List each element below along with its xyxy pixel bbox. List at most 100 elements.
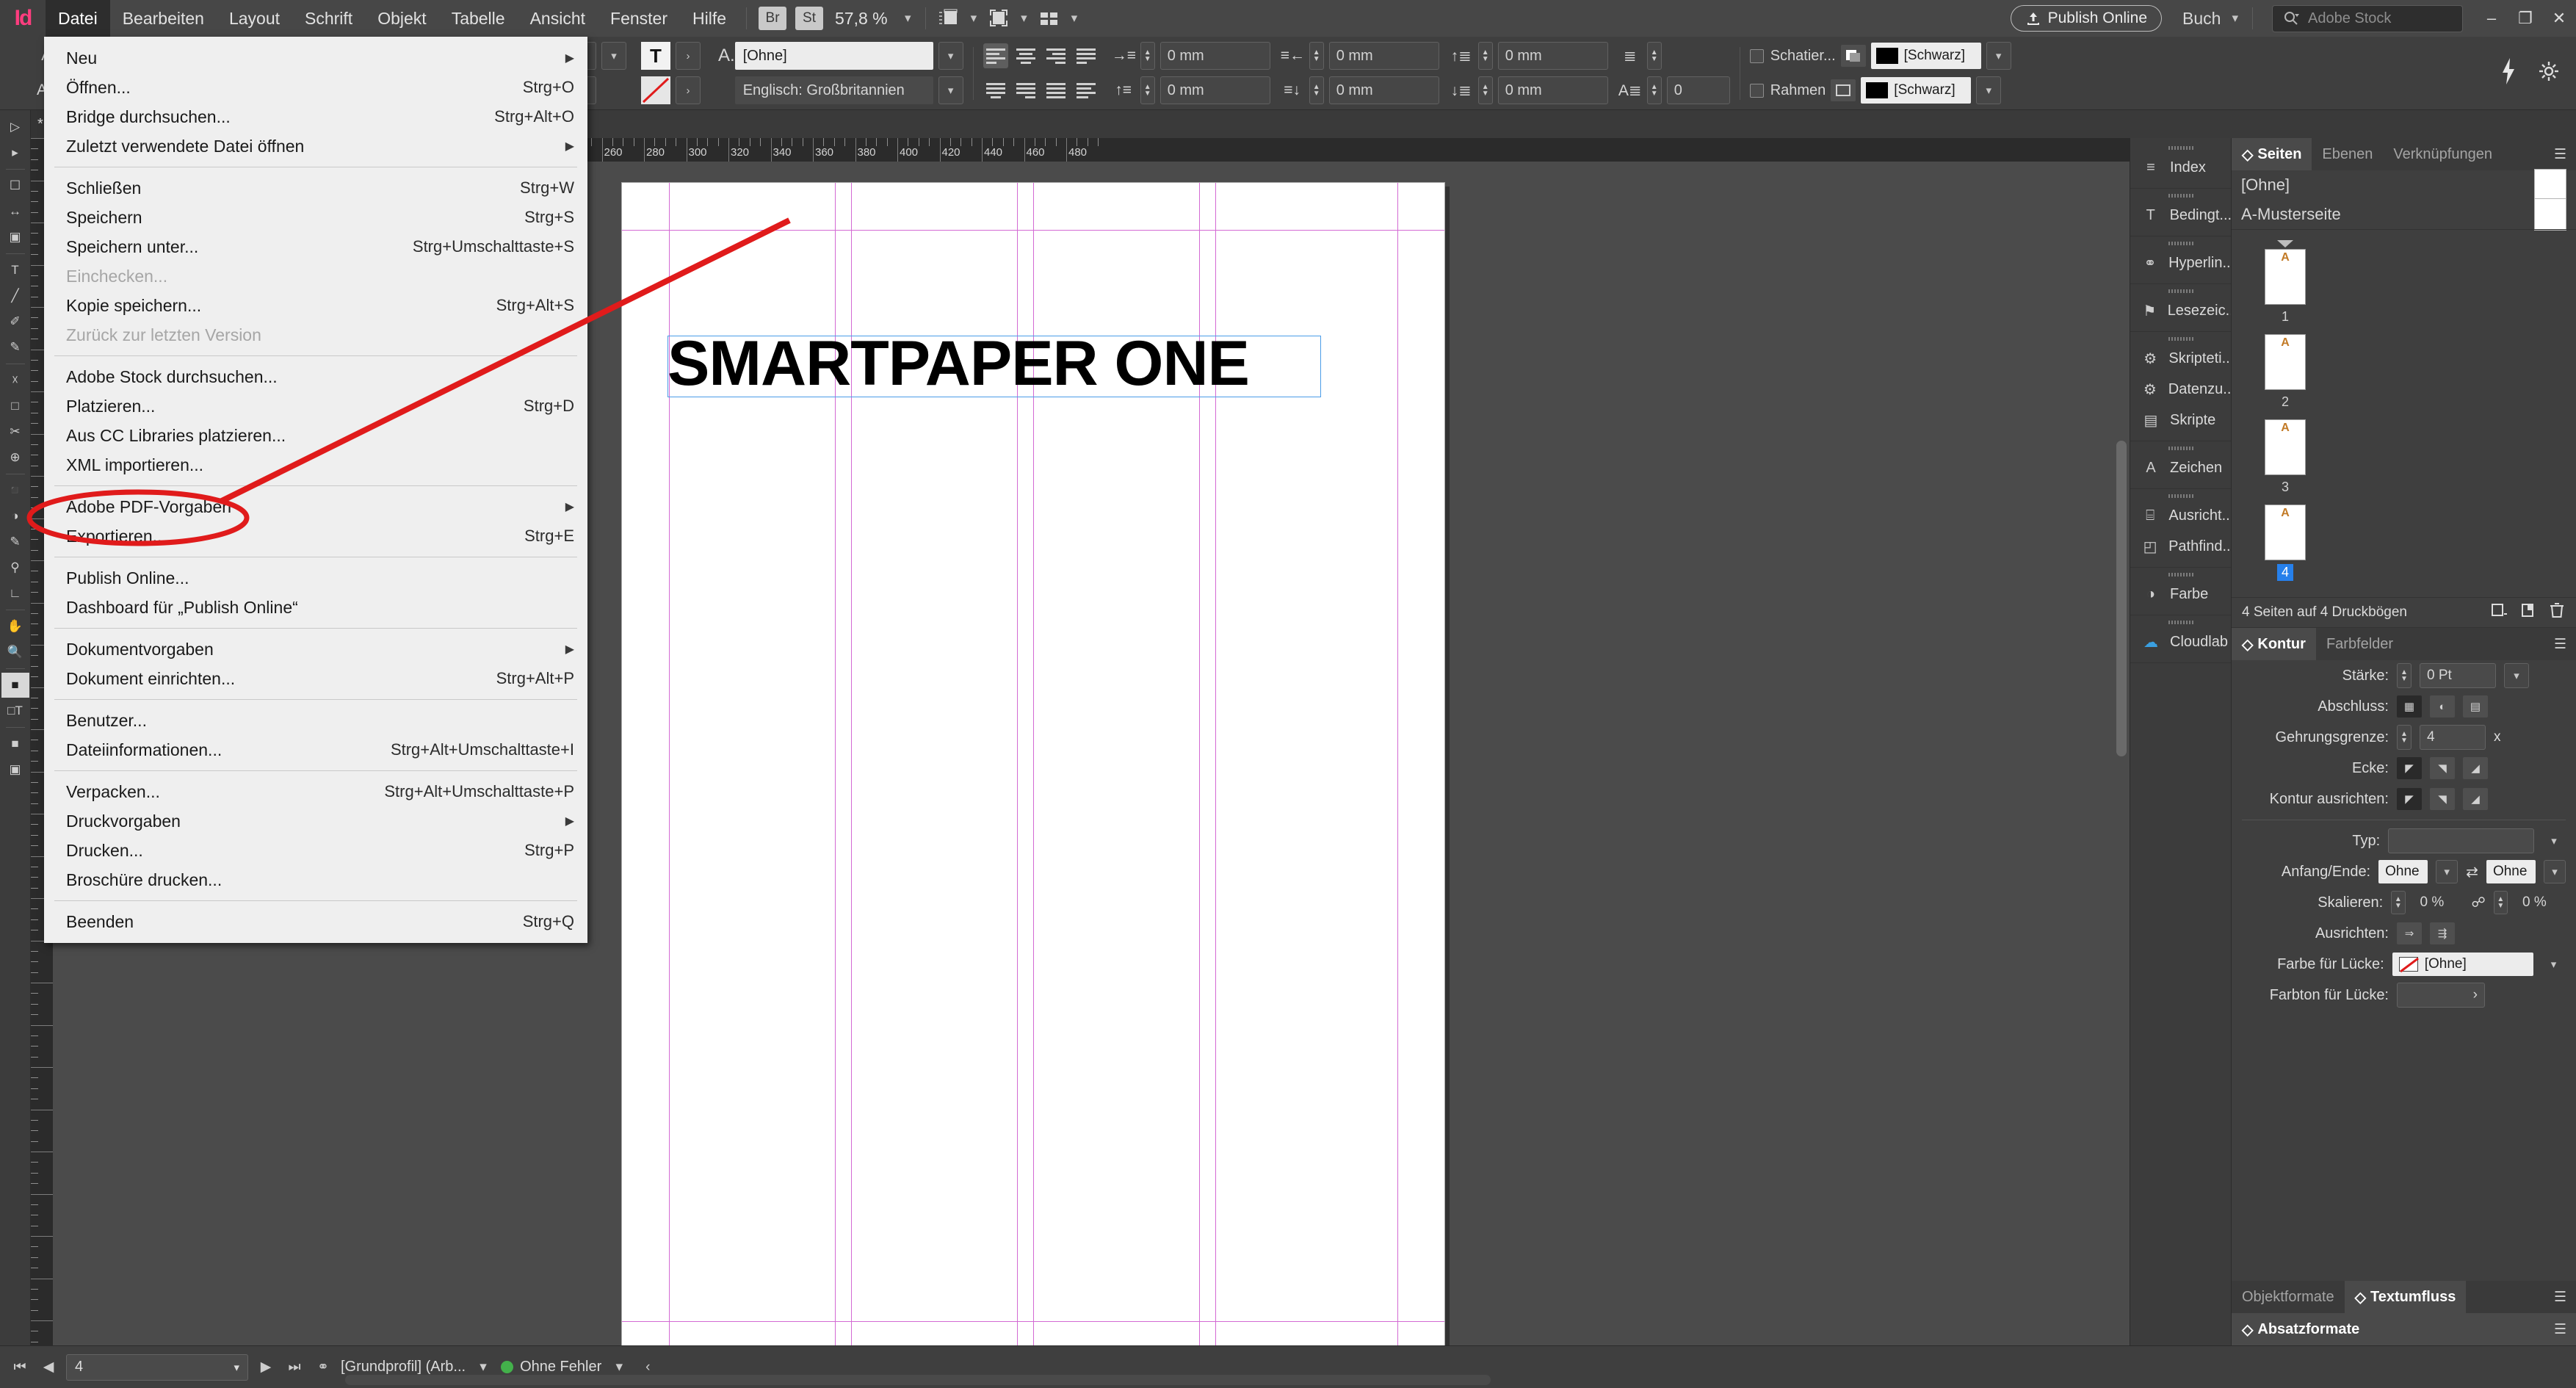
zoom-level-value[interactable]: 57,8 % <box>828 9 898 29</box>
page-number-label[interactable]: 1 <box>2277 308 2293 325</box>
menu-item-benutzer[interactable]: Benutzer... <box>44 706 587 735</box>
rail-item-bookmark[interactable]: ⚑ Lesezeic... <box>2130 295 2231 326</box>
indent-left-stepper[interactable]: ▲ ▼ <box>1140 42 1155 70</box>
document-page[interactable]: SMARTPAPER ONE <box>621 182 1445 1345</box>
menu-datei[interactable]: Datei <box>46 0 110 37</box>
rail-grip-handle[interactable] <box>2130 619 2231 625</box>
gap-tool[interactable]: ↔ <box>1 199 29 224</box>
rail-grip-handle[interactable] <box>2130 288 2231 294</box>
miter-limit-field[interactable]: 4 <box>2420 725 2486 750</box>
menu-item-bridge-durchsuchen[interactable]: Bridge durchsuchen... Strg+Alt+O <box>44 102 587 131</box>
eyedropper-tool[interactable]: ⚲ <box>1 555 29 580</box>
page-thumbnail[interactable]: A <box>2265 505 2306 560</box>
shadow-swatch-button[interactable] <box>1840 45 1866 67</box>
indent-right-field[interactable]: 0 mm <box>1328 42 1439 70</box>
menu-item-exportieren[interactable]: Exportieren... Strg+E <box>44 521 587 551</box>
rail-grip-handle[interactable] <box>2130 571 2231 577</box>
drop-cap-chars-stepper[interactable]: ▲ ▼ <box>1646 76 1662 104</box>
vertical-scrollbar[interactable] <box>2116 441 2127 756</box>
rail-item-conditional-text[interactable]: T Bedingt... <box>2130 200 2231 231</box>
space-before-field[interactable]: 0 mm <box>1497 42 1608 70</box>
no-fill-icon[interactable] <box>641 76 670 104</box>
bevel-join-button[interactable]: ◢ <box>2463 757 2488 779</box>
gradient-swatch-tool[interactable]: ◾ <box>1 478 29 503</box>
link-scale-icon[interactable]: ☍ <box>2471 894 2485 911</box>
shadow-checkbox-row[interactable]: Schatier... <box>1749 48 1836 65</box>
pages-panel-menu-icon[interactable]: ☰ <box>2544 138 2576 170</box>
stroke-weight-stepper[interactable]: ▲ ▼ <box>2397 663 2412 688</box>
menu-item-platzieren[interactable]: Platzieren... Strg+D <box>44 391 587 421</box>
menu-item-neu[interactable]: Neu ▶ <box>44 43 587 73</box>
start-arrow-field[interactable]: Ohne <box>2378 860 2428 883</box>
justify-left-button[interactable] <box>1074 43 1099 68</box>
projecting-cap-button[interactable]: ▤ <box>2463 695 2488 718</box>
tab-verknuepfungen[interactable]: Verknüpfungen <box>2383 138 2503 170</box>
line-tool[interactable]: ╱ <box>1 283 29 308</box>
stroke-type-field[interactable] <box>2388 828 2534 853</box>
menu-item-kopie-speichern[interactable]: Kopie speichern... Strg+Alt+S <box>44 291 587 320</box>
stock-button[interactable]: St <box>795 7 824 30</box>
menu-bearbeiten[interactable]: Bearbeiten <box>110 0 217 37</box>
bridge-button[interactable]: Br <box>759 7 787 30</box>
menu-objekt[interactable]: Objekt <box>365 0 438 37</box>
frame-color-dropdown[interactable]: ▾ <box>1976 76 2002 104</box>
indent-right-stepper[interactable]: ▲ ▼ <box>1309 42 1324 70</box>
rail-grip-handle[interactable] <box>2130 192 2231 198</box>
gap-color-field[interactable]: [Ohne] <box>2392 953 2534 976</box>
formatting-container-toggle[interactable]: □T <box>1 698 29 723</box>
shadow-checkbox[interactable] <box>1749 48 1764 63</box>
align-stroke-outside-button[interactable]: ◢ <box>2463 788 2488 810</box>
view-frame-chevron-down-icon[interactable]: ▾ <box>1014 11 1034 26</box>
end-scale-stepper[interactable]: ▲ ▼ <box>2493 891 2508 914</box>
menu-tabelle[interactable]: Tabelle <box>439 0 518 37</box>
tab-objektformate[interactable]: Objektformate <box>2232 1281 2345 1313</box>
page-thumbnail[interactable]: A <box>2265 419 2306 475</box>
align-towards-spine-button[interactable] <box>1074 78 1099 103</box>
gradient-feather-tool[interactable]: ◑ <box>1 504 29 529</box>
menu-item-dateiinformationen[interactable]: Dateiinformationen... Strg+Alt+Umschaltta… <box>44 735 587 765</box>
rail-item-align[interactable]: ⌸ Ausricht... <box>2130 500 2231 531</box>
next-page-button[interactable]: ▶ <box>255 1359 277 1376</box>
normal-view-mode-button[interactable]: ▣ <box>1 757 29 782</box>
language-field[interactable]: Englisch: Großbritannien <box>734 76 933 104</box>
tab-ebenen[interactable]: Ebenen <box>2312 138 2383 170</box>
page-thumbnail-list[interactable]: A1A2A3A4 <box>2232 230 2576 597</box>
stroke-panel-menu-icon[interactable]: ☰ <box>2544 628 2576 660</box>
rail-grip-handle[interactable] <box>2130 240 2231 246</box>
extend-arrow-button[interactable]: ⇒ <box>2397 922 2422 944</box>
panel-collapse-icon[interactable]: ◇ <box>2242 145 2253 164</box>
pencil-tool[interactable]: ✎ <box>1 335 29 360</box>
justify-center-button[interactable] <box>983 78 1008 103</box>
rail-item-script-label[interactable]: ⚙ Skripteti... <box>2130 343 2231 374</box>
apply-color-button[interactable]: ■ <box>1 731 29 756</box>
tab-textumfluss[interactable]: ◇ Textumfluss <box>2344 1281 2467 1313</box>
page-thumbnail-item[interactable]: A3 <box>2251 419 2320 505</box>
menu-item-beenden[interactable]: Beenden Strg+Q <box>44 907 587 936</box>
page-thumbnail-item[interactable]: A1 <box>2251 240 2320 334</box>
tab-absatzformate[interactable]: ◇ Absatzformate <box>2232 1313 2370 1345</box>
book-label[interactable]: Buch <box>2178 9 2225 29</box>
arrange-documents-icon[interactable] <box>1037 7 1062 29</box>
zoom-chevron-down-icon[interactable]: ▾ <box>898 11 918 26</box>
butt-cap-button[interactable]: ▦ <box>2397 695 2422 718</box>
error-status-chevron-down-icon[interactable]: ▾ <box>608 1359 630 1376</box>
preflight-icon[interactable]: ⚭ <box>312 1359 334 1376</box>
stroke-type-dropdown[interactable]: ▾ <box>2542 828 2566 853</box>
character-style-dropdown[interactable]: ▾ <box>938 42 963 70</box>
drop-cap-stepper[interactable]: ▲ ▼ <box>1646 42 1662 70</box>
character-style-field[interactable]: [Ohne] <box>734 42 933 70</box>
tab-seiten[interactable]: ◇ Seiten <box>2232 138 2312 170</box>
frame-color-field[interactable]: [Schwarz] <box>1861 77 1972 104</box>
menu-item-dokumentvorgaben[interactable]: Dokumentvorgaben ▶ <box>44 635 587 664</box>
language-dropdown[interactable]: ▾ <box>938 76 963 104</box>
indent-first-stepper[interactable]: ▲ ▼ <box>1140 76 1155 104</box>
rail-item-cloud[interactable]: ☁ Cloudlab <box>2130 626 2231 657</box>
menu-item-speichern-unter[interactable]: Speichern unter... Strg+Umschalttaste+S <box>44 232 587 261</box>
control-panel-settings-gear-icon[interactable] <box>2538 60 2560 87</box>
file-menu-dropdown[interactable]: Neu ▶ Öffnen... Strg+O Bridge durchsuchen...… <box>44 37 587 943</box>
page-number-field[interactable]: 4 ▾ <box>66 1353 248 1381</box>
horizontal-scrollbar[interactable] <box>345 1375 1491 1385</box>
space-before-stepper[interactable]: ▲ ▼ <box>1477 42 1493 70</box>
menu-item-broschüre-drucken[interactable]: Broschüre drucken... <box>44 865 587 894</box>
text-format-expand[interactable]: › <box>676 42 701 70</box>
